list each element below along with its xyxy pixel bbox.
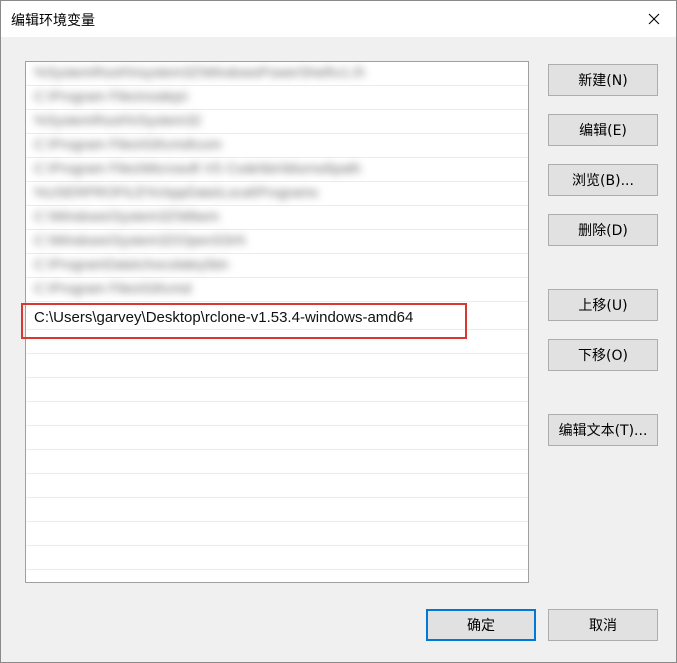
list-item-text: C:\Users\garvey\Desktop\rclone-v1.53.4-w…	[34, 309, 414, 326]
move-up-button[interactable]: 上移(U)	[548, 289, 658, 321]
move-down-button[interactable]: 下移(O)	[548, 339, 658, 371]
list-item[interactable]: C:\ProgramData\chocolatey\bin	[26, 254, 528, 278]
list-item[interactable]	[26, 402, 528, 426]
list-item[interactable]	[26, 378, 528, 402]
path-list[interactable]: %SystemRoot%\system32\WindowsPowerShell\…	[25, 61, 529, 583]
edit-button[interactable]: 编辑(E)	[548, 114, 658, 146]
dialog-title: 编辑环境变量	[11, 13, 95, 29]
list-item[interactable]	[26, 450, 528, 474]
list-item[interactable]	[26, 546, 528, 570]
list-item[interactable]	[26, 330, 528, 354]
list-item-text: C:\ProgramData\chocolatey\bin	[34, 256, 229, 272]
edit-environment-variable-dialog: 编辑环境变量 %SystemRoot%\system32\WindowsPowe…	[0, 0, 677, 663]
cancel-button[interactable]: 取消	[548, 609, 658, 641]
edit-text-button[interactable]: 编辑文本(T)...	[548, 414, 658, 446]
list-item[interactable]	[26, 522, 528, 546]
list-item[interactable]: C:\Windows\System32\OpenSSH\	[26, 230, 528, 254]
title-bar: 编辑环境变量	[1, 1, 676, 37]
list-item[interactable]: %USERPROFILE%\AppData\Local\Programs	[26, 182, 528, 206]
new-button[interactable]: 新建(N)	[548, 64, 658, 96]
list-item-text: %SystemRoot%\System32	[34, 112, 202, 128]
list-item[interactable]: C:\Windows\System32\Wbem	[26, 206, 528, 230]
list-item-text: %SystemRoot%\system32\WindowsPowerShell\…	[34, 64, 365, 80]
list-item[interactable]: %SystemRoot%\system32\WindowsPowerShell\…	[26, 62, 528, 86]
list-item[interactable]	[26, 354, 528, 378]
list-item[interactable]	[26, 474, 528, 498]
list-item-text: C:\Windows\System32\OpenSSH\	[34, 232, 246, 248]
delete-button[interactable]: 删除(D)	[548, 214, 658, 246]
browse-button[interactable]: 浏览(B)...	[548, 164, 658, 196]
list-item-text: C:\Program Files\nodejs\	[34, 88, 189, 104]
list-item-text: %USERPROFILE%\AppData\Local\Programs	[34, 184, 318, 200]
close-button[interactable]	[640, 5, 668, 33]
list-item-text: C:\Program Files\Microsoft VS Code\bin\b…	[34, 160, 361, 176]
list-item-text: C:\Program Files\Git\cmd	[34, 280, 192, 296]
list-item-text: C:\Program Files\Git\cmd\com	[34, 136, 222, 152]
list-item[interactable]: C:\Program Files\Git\cmd	[26, 278, 528, 302]
ok-button[interactable]: 确定	[426, 609, 536, 641]
list-item[interactable]: C:\Program Files\nodejs\	[26, 86, 528, 110]
list-item[interactable]: C:\Program Files\Microsoft VS Code\bin\b…	[26, 158, 528, 182]
list-item[interactable]: C:\Program Files\Git\cmd\com	[26, 134, 528, 158]
close-icon	[648, 13, 660, 25]
list-item-selected[interactable]: C:\Users\garvey\Desktop\rclone-v1.53.4-w…	[26, 306, 528, 330]
list-item[interactable]	[26, 426, 528, 450]
list-item-text: C:\Windows\System32\Wbem	[34, 208, 220, 224]
list-item[interactable]: %SystemRoot%\System32	[26, 110, 528, 134]
list-item[interactable]	[26, 498, 528, 522]
